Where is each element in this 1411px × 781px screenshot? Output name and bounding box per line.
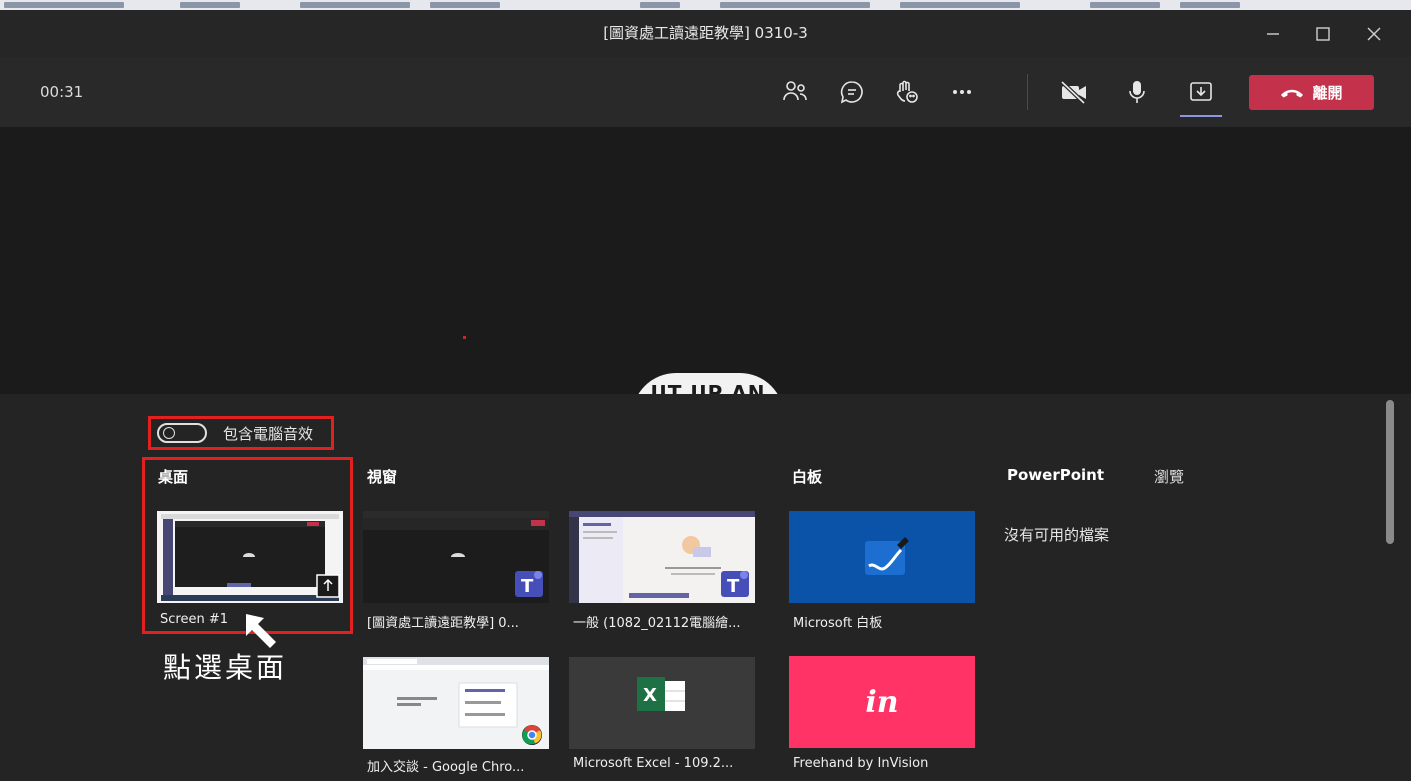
no-files-message: 沒有可用的檔案 [1004,526,1110,544]
window-excel-thumbnail[interactable]: X [569,657,755,749]
leave-label: 離開 [1312,84,1343,102]
toolbar-separator [1027,74,1028,110]
tray-scrollbar[interactable] [1386,400,1394,544]
maximize-icon[interactable] [1302,10,1344,57]
close-icon[interactable] [1353,10,1395,57]
screen-1-caption: Screen #1 [160,612,228,627]
window-chrome-caption: 加入交談 - Google Chro... [367,760,525,775]
stage-dot [463,336,466,339]
microphone-icon[interactable] [1121,76,1153,108]
meeting-toolbar: 00:31 離開 [0,57,1411,127]
background-logo: UT UP AN [632,373,784,394]
window-teams-meeting-caption: [圖資處工讀遠距教學] 0... [367,616,519,631]
window-excel-caption: Microsoft Excel - 109.2... [573,756,734,771]
svg-text:T: T [521,576,534,597]
audio-highlight-box [148,416,334,450]
people-icon[interactable] [779,76,811,108]
browse-link[interactable]: 瀏覽 [1154,466,1184,487]
invision-freehand-tile[interactable]: in [789,656,975,748]
annotation-text: 點選桌面 [163,651,288,684]
leave-button[interactable]: 離開 [1249,75,1374,110]
window-teams-channel-caption: 一般 (1082_02112電腦繪... [573,616,741,631]
microsoft-whiteboard-caption: Microsoft 白板 [793,616,883,631]
microsoft-whiteboard-tile[interactable] [789,511,975,603]
chat-icon[interactable] [836,76,868,108]
camera-off-icon[interactable] [1058,76,1090,108]
svg-text:T: T [727,576,740,597]
phone-hangup-icon [1280,84,1304,102]
video-stage: UT UP AN [0,127,1411,394]
share-active-indicator [1180,115,1222,117]
svg-text:X: X [643,685,657,706]
share-tray: 包含電腦音效 桌面 視窗 白板 PowerPoint 瀏覽 沒有可用的檔案 Sc… [0,394,1411,781]
section-powerpoint[interactable]: PowerPoint [1007,466,1104,484]
section-window: 視窗 [367,468,398,486]
invision-freehand-caption: Freehand by InVision [793,756,929,771]
more-icon[interactable] [946,76,978,108]
desktop-taskbar-strip [0,0,1411,10]
section-whiteboard: 白板 [792,468,823,486]
window-title: [圖資處工讀遠距教學] 0310-3 [603,24,808,42]
window-chrome-thumbnail[interactable] [363,657,549,749]
share-tray-icon[interactable] [1185,76,1217,108]
invision-logo: in [865,684,899,720]
raise-hand-icon[interactable] [891,76,923,108]
window-teams-meeting-thumbnail[interactable]: T [363,511,549,603]
meeting-timer: 00:31 [40,83,84,101]
window-teams-channel-thumbnail[interactable]: T [569,511,755,603]
minimize-icon[interactable] [1252,10,1294,57]
title-bar: [圖資處工讀遠距教學] 0310-3 [0,10,1411,57]
screen-1-thumbnail[interactable] [157,511,343,603]
